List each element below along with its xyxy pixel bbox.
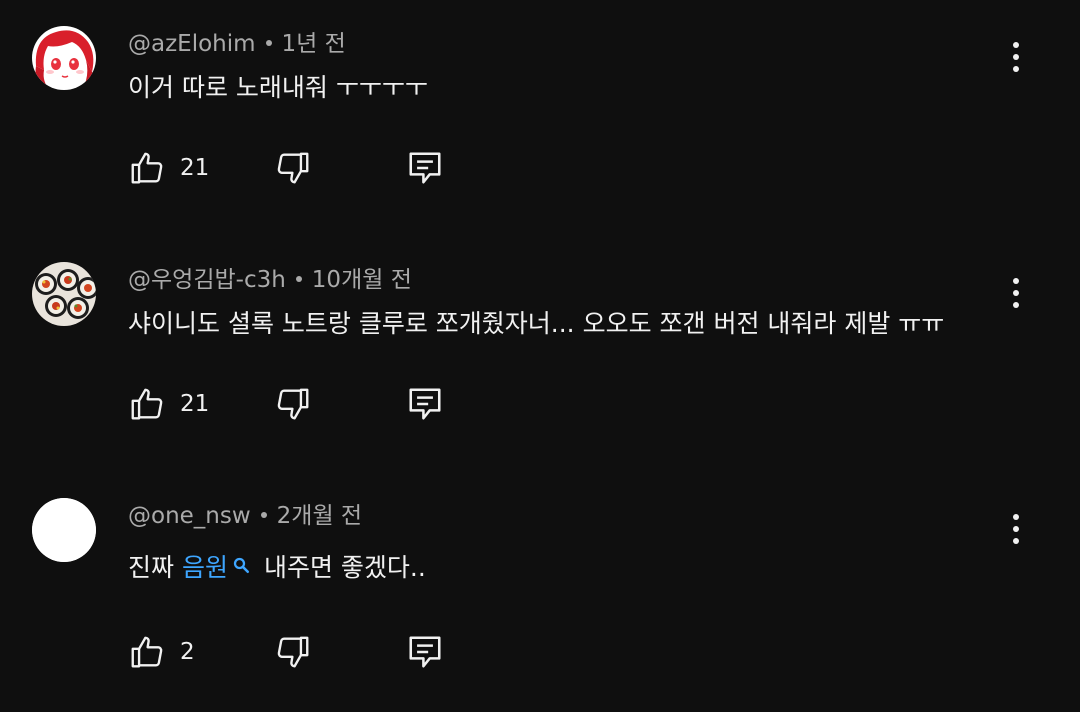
search-icon[interactable] — [232, 550, 250, 582]
reply-button[interactable] — [406, 632, 444, 672]
comment-meta: @azElohim 1년 전 — [128, 30, 346, 58]
comment-meta: @one_nsw 2개월 전 — [128, 502, 362, 530]
comment-time[interactable]: 1년 전 — [282, 31, 346, 57]
dislike-button[interactable] — [274, 632, 312, 672]
thumbs-up-icon — [131, 388, 163, 420]
comment-text: 샤이니도 셜록 노트랑 클루로 쪼개줬자너... 오오도 쪼갠 버전 내줘라 제… — [128, 308, 944, 340]
reply-button[interactable] — [406, 384, 444, 424]
comment-text-body: 진짜 — [128, 553, 182, 582]
comment-text: 진짜 음원 내주면 좋겠다.. — [128, 552, 426, 584]
search-link[interactable]: 음원 — [182, 553, 228, 582]
comment-text-body: 내주면 좋겠다.. — [263, 553, 426, 582]
separator-dot — [295, 275, 302, 282]
like-count: 21 — [180, 391, 210, 417]
more-dot — [1013, 526, 1019, 532]
kimbap-avatar-icon — [32, 262, 96, 326]
thumbs-up-icon — [131, 636, 163, 668]
blank-white-avatar-icon — [32, 498, 96, 562]
dislike-button[interactable] — [274, 148, 312, 188]
more-dot — [1013, 514, 1019, 520]
more-dot — [1013, 538, 1019, 544]
more-options-button[interactable] — [1000, 507, 1032, 551]
comment-item: @우엉김밥-c3h 10개월 전 샤이니도 셜록 노트랑 클루로 쪼개줬자너...… — [0, 236, 1080, 472]
like-button[interactable]: 2 — [128, 632, 195, 672]
thumbs-up-icon — [131, 152, 163, 184]
separator-dot — [265, 39, 272, 46]
reply-button[interactable] — [406, 148, 444, 188]
comment-text-body: 샤이니도 셜록 노트랑 클루로 쪼개줬자너... 오오도 쪼갠 버전 내줘라 제… — [128, 309, 945, 338]
more-options-button[interactable] — [1000, 35, 1032, 79]
more-dot — [1013, 66, 1019, 72]
avatar[interactable] — [32, 498, 96, 562]
thumbs-down-icon — [277, 636, 309, 668]
thumbs-down-icon — [277, 388, 309, 420]
reply-icon — [409, 636, 441, 668]
reply-icon — [409, 388, 441, 420]
comment-item: @one_nsw 2개월 전 진짜 음원 내주면 좋겠다.. 2 — [0, 472, 1080, 708]
more-dot — [1013, 54, 1019, 60]
comment-text: 이거 따로 노래내줘 ㅜㅜㅜㅜ — [128, 72, 428, 104]
avatar[interactable] — [32, 26, 96, 90]
comment-author[interactable]: @one_nsw — [128, 503, 251, 529]
more-dot — [1013, 302, 1019, 308]
more-dot — [1013, 290, 1019, 296]
dislike-button[interactable] — [274, 384, 312, 424]
more-dot — [1013, 42, 1019, 48]
like-count: 21 — [180, 155, 210, 181]
comment-author[interactable]: @azElohim — [128, 31, 256, 57]
separator-dot — [260, 511, 267, 518]
anime-girl-avatar-icon — [32, 26, 96, 90]
reply-icon — [409, 152, 441, 184]
comment-time[interactable]: 10개월 전 — [312, 267, 412, 293]
comment-meta: @우엉김밥-c3h 10개월 전 — [128, 266, 412, 294]
like-button[interactable]: 21 — [128, 384, 209, 424]
more-dot — [1013, 278, 1019, 284]
thumbs-down-icon — [277, 152, 309, 184]
like-button[interactable]: 21 — [128, 148, 209, 188]
more-options-button[interactable] — [1000, 271, 1032, 315]
comment-author[interactable]: @우엉김밥-c3h — [128, 267, 286, 293]
avatar[interactable] — [32, 262, 96, 326]
comment-time[interactable]: 2개월 전 — [277, 503, 362, 529]
comment-item: @azElohim 1년 전 이거 따로 노래내줘 ㅜㅜㅜㅜ 21 — [0, 0, 1080, 236]
like-count: 2 — [180, 639, 195, 665]
comment-text-body: 이거 따로 노래내줘 ㅜㅜㅜㅜ — [128, 73, 428, 102]
